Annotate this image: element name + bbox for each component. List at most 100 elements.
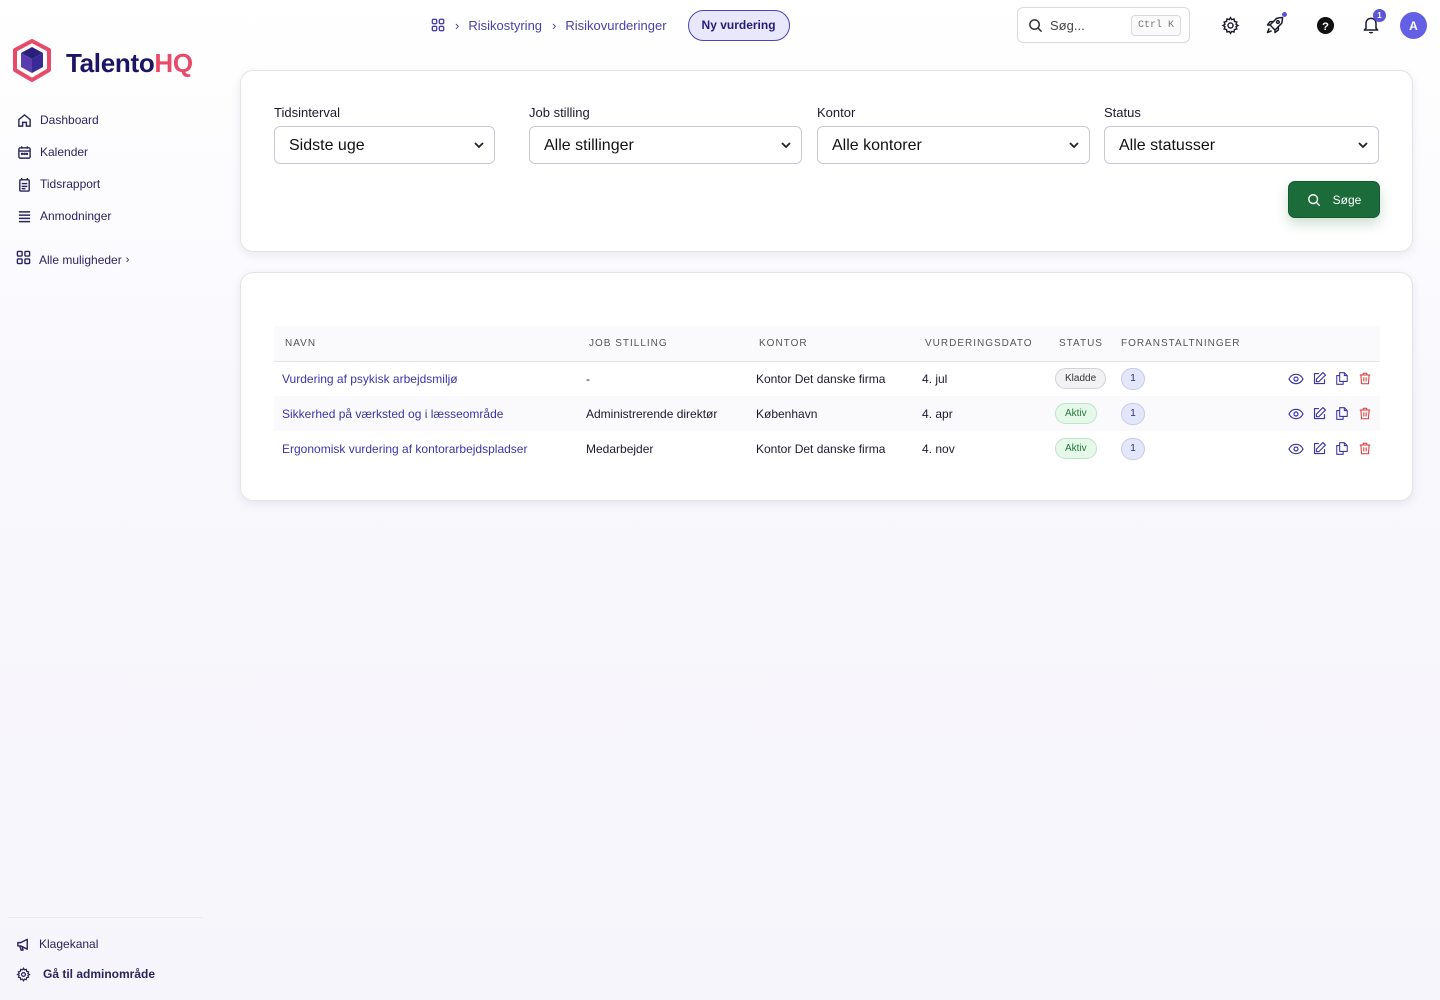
- cell-date: 4. nov: [922, 441, 955, 456]
- eye-icon[interactable]: [1288, 406, 1304, 422]
- filter-status: Status Alle statusser: [1104, 105, 1379, 164]
- global-search[interactable]: Ctrl K: [1017, 7, 1190, 43]
- sidebar-item-label: Gå til adminområde: [43, 967, 156, 981]
- edit-icon[interactable]: [1311, 406, 1327, 422]
- assessment-link[interactable]: Ergonomisk vurdering af kontorarbejdspla…: [282, 442, 527, 456]
- help-icon[interactable]: ?: [1314, 14, 1336, 36]
- sidebar-divider: [8, 917, 203, 918]
- cell-actions: [1271, 431, 1380, 466]
- table-row: Sikkerhed på værksted og i læsseområde A…: [274, 396, 1380, 431]
- cell-status: Aktiv: [1048, 431, 1121, 466]
- user-avatar[interactable]: A: [1400, 12, 1427, 39]
- column-header-status[interactable]: STATUS: [1048, 326, 1121, 362]
- filter-office-label: Kontor: [817, 105, 856, 120]
- sidebar-item-dashboard[interactable]: Dashboard: [16, 110, 111, 130]
- sidebar-item-requests[interactable]: Anmodninger: [16, 206, 111, 226]
- eye-icon[interactable]: [1288, 371, 1304, 387]
- column-header-name[interactable]: NAVN: [274, 326, 578, 362]
- notifications-bell-icon[interactable]: 1: [1360, 9, 1386, 36]
- list-icon: [16, 208, 32, 224]
- filter-job-label: Job stilling: [529, 105, 590, 120]
- cell-status: Aktiv: [1048, 396, 1121, 431]
- apps-grid-icon[interactable]: [431, 18, 445, 32]
- column-header-actions: [1271, 326, 1380, 362]
- brand-logo[interactable]: TalentoHQ: [12, 39, 193, 88]
- sidebar: TalentoHQ Dashboard Kalender Tidsrapport…: [0, 0, 215, 1000]
- rocket-indicator: [1282, 12, 1287, 17]
- chevron-right-icon: ›: [552, 17, 557, 33]
- sidebar-item-label: Klagekanal: [39, 937, 99, 951]
- time-interval-select[interactable]: Sidste uge: [274, 126, 495, 164]
- filter-office: Kontor Alle kontorer: [817, 105, 1090, 164]
- search-icon: [1028, 18, 1043, 33]
- cell-office: Kontor Det danske firma: [756, 441, 886, 456]
- assessments-table: NAVN JOB STILLING KONTOR VURDERINGSDATO …: [274, 326, 1380, 466]
- sidebar-item-label: Dashboard: [40, 113, 99, 127]
- assessment-link[interactable]: Vurdering af psykisk arbejdsmiljø: [282, 372, 458, 386]
- cell-actions: [1271, 396, 1380, 431]
- cell-actions: [1271, 361, 1380, 396]
- rocket-icon[interactable]: [1264, 12, 1287, 36]
- sidebar-all-options[interactable]: Alle muligheder ›: [16, 250, 129, 270]
- filter-panel: Tidsinterval Sidste uge Job stilling All…: [240, 70, 1413, 252]
- search-input[interactable]: [1050, 17, 1130, 33]
- cell-name: Vurdering af psykisk arbejdsmiljø: [274, 361, 578, 396]
- cell-date: 4. apr: [922, 406, 953, 421]
- office-select[interactable]: Alle kontorer: [817, 126, 1090, 164]
- sidebar-item-complaints[interactable]: Klagekanal: [15, 934, 155, 954]
- measures-count-badge[interactable]: 1: [1121, 402, 1145, 425]
- notification-count-badge: 1: [1373, 9, 1386, 22]
- search-icon: [1307, 193, 1321, 207]
- assessment-link[interactable]: Sikkerhed på værksted og i læsseområde: [282, 407, 503, 421]
- copy-icon[interactable]: [1334, 371, 1350, 387]
- status-badge: Kladde: [1055, 368, 1107, 390]
- status-badge: Aktiv: [1055, 438, 1097, 459]
- new-assessment-button[interactable]: Ny vurdering: [687, 9, 790, 41]
- calendar-icon: [16, 144, 32, 160]
- sidebar-item-calendar[interactable]: Kalender: [16, 142, 111, 162]
- cell-name: Ergonomisk vurdering af kontorarbejdspla…: [274, 431, 578, 466]
- cell-name: Sikkerhed på værksted og i læsseområde: [274, 396, 578, 431]
- column-header-measures[interactable]: FORANSTALTNINGER: [1121, 326, 1271, 362]
- sidebar-item-admin[interactable]: Gå til adminområde: [15, 964, 155, 984]
- column-header-job[interactable]: JOB STILLING: [578, 326, 748, 362]
- breadcrumb-risk-assessments[interactable]: Risikovurderinger: [565, 18, 666, 33]
- copy-icon[interactable]: [1334, 441, 1350, 457]
- breadcrumb-risk-management[interactable]: Risikostyring: [468, 18, 542, 33]
- sidebar-item-timereport[interactable]: Tidsrapport: [16, 174, 111, 194]
- table-row: Vurdering af psykisk arbejdsmiljø - Kont…: [274, 361, 1380, 396]
- assessments-panel: NAVN JOB STILLING KONTOR VURDERINGSDATO …: [240, 272, 1413, 501]
- search-shortcut: Ctrl K: [1130, 14, 1181, 36]
- cell-measures: 1: [1121, 396, 1271, 431]
- search-button[interactable]: Søge: [1288, 181, 1380, 218]
- status-badge: Aktiv: [1055, 403, 1097, 424]
- cell-office: København: [756, 406, 818, 421]
- cell-status: Kladde: [1048, 361, 1121, 396]
- column-header-office[interactable]: KONTOR: [748, 326, 914, 362]
- job-position-select[interactable]: Alle stillinger: [529, 126, 802, 164]
- trash-icon[interactable]: [1357, 371, 1373, 387]
- megaphone-icon: [15, 936, 31, 952]
- chevron-right-icon: ›: [125, 254, 130, 266]
- copy-icon[interactable]: [1334, 406, 1350, 422]
- edit-icon[interactable]: [1311, 441, 1327, 457]
- cell-measures: 1: [1121, 431, 1271, 466]
- edit-icon[interactable]: [1311, 371, 1327, 387]
- cell-date: 4. jul: [922, 371, 948, 386]
- eye-icon[interactable]: [1288, 441, 1304, 457]
- home-icon: [16, 112, 32, 128]
- grid-icon: [16, 250, 31, 270]
- column-header-date[interactable]: VURDERINGSDATO: [914, 326, 1048, 362]
- table-header-row: NAVN JOB STILLING KONTOR VURDERINGSDATO …: [274, 326, 1380, 362]
- table-row: Ergonomisk vurdering af kontorarbejdspla…: [274, 431, 1380, 466]
- cell-job: Administrerende direktør: [586, 406, 718, 421]
- trash-icon[interactable]: [1357, 441, 1373, 457]
- measures-count-badge[interactable]: 1: [1121, 437, 1145, 460]
- svg-text:?: ?: [1322, 20, 1329, 32]
- cell-job: Medarbejder: [586, 441, 654, 456]
- trash-icon[interactable]: [1357, 406, 1373, 422]
- settings-gear-icon[interactable]: [1219, 14, 1241, 36]
- status-select[interactable]: Alle statusser: [1104, 126, 1379, 164]
- measures-count-badge[interactable]: 1: [1121, 367, 1145, 390]
- cell-office: Kontor Det danske firma: [756, 371, 886, 386]
